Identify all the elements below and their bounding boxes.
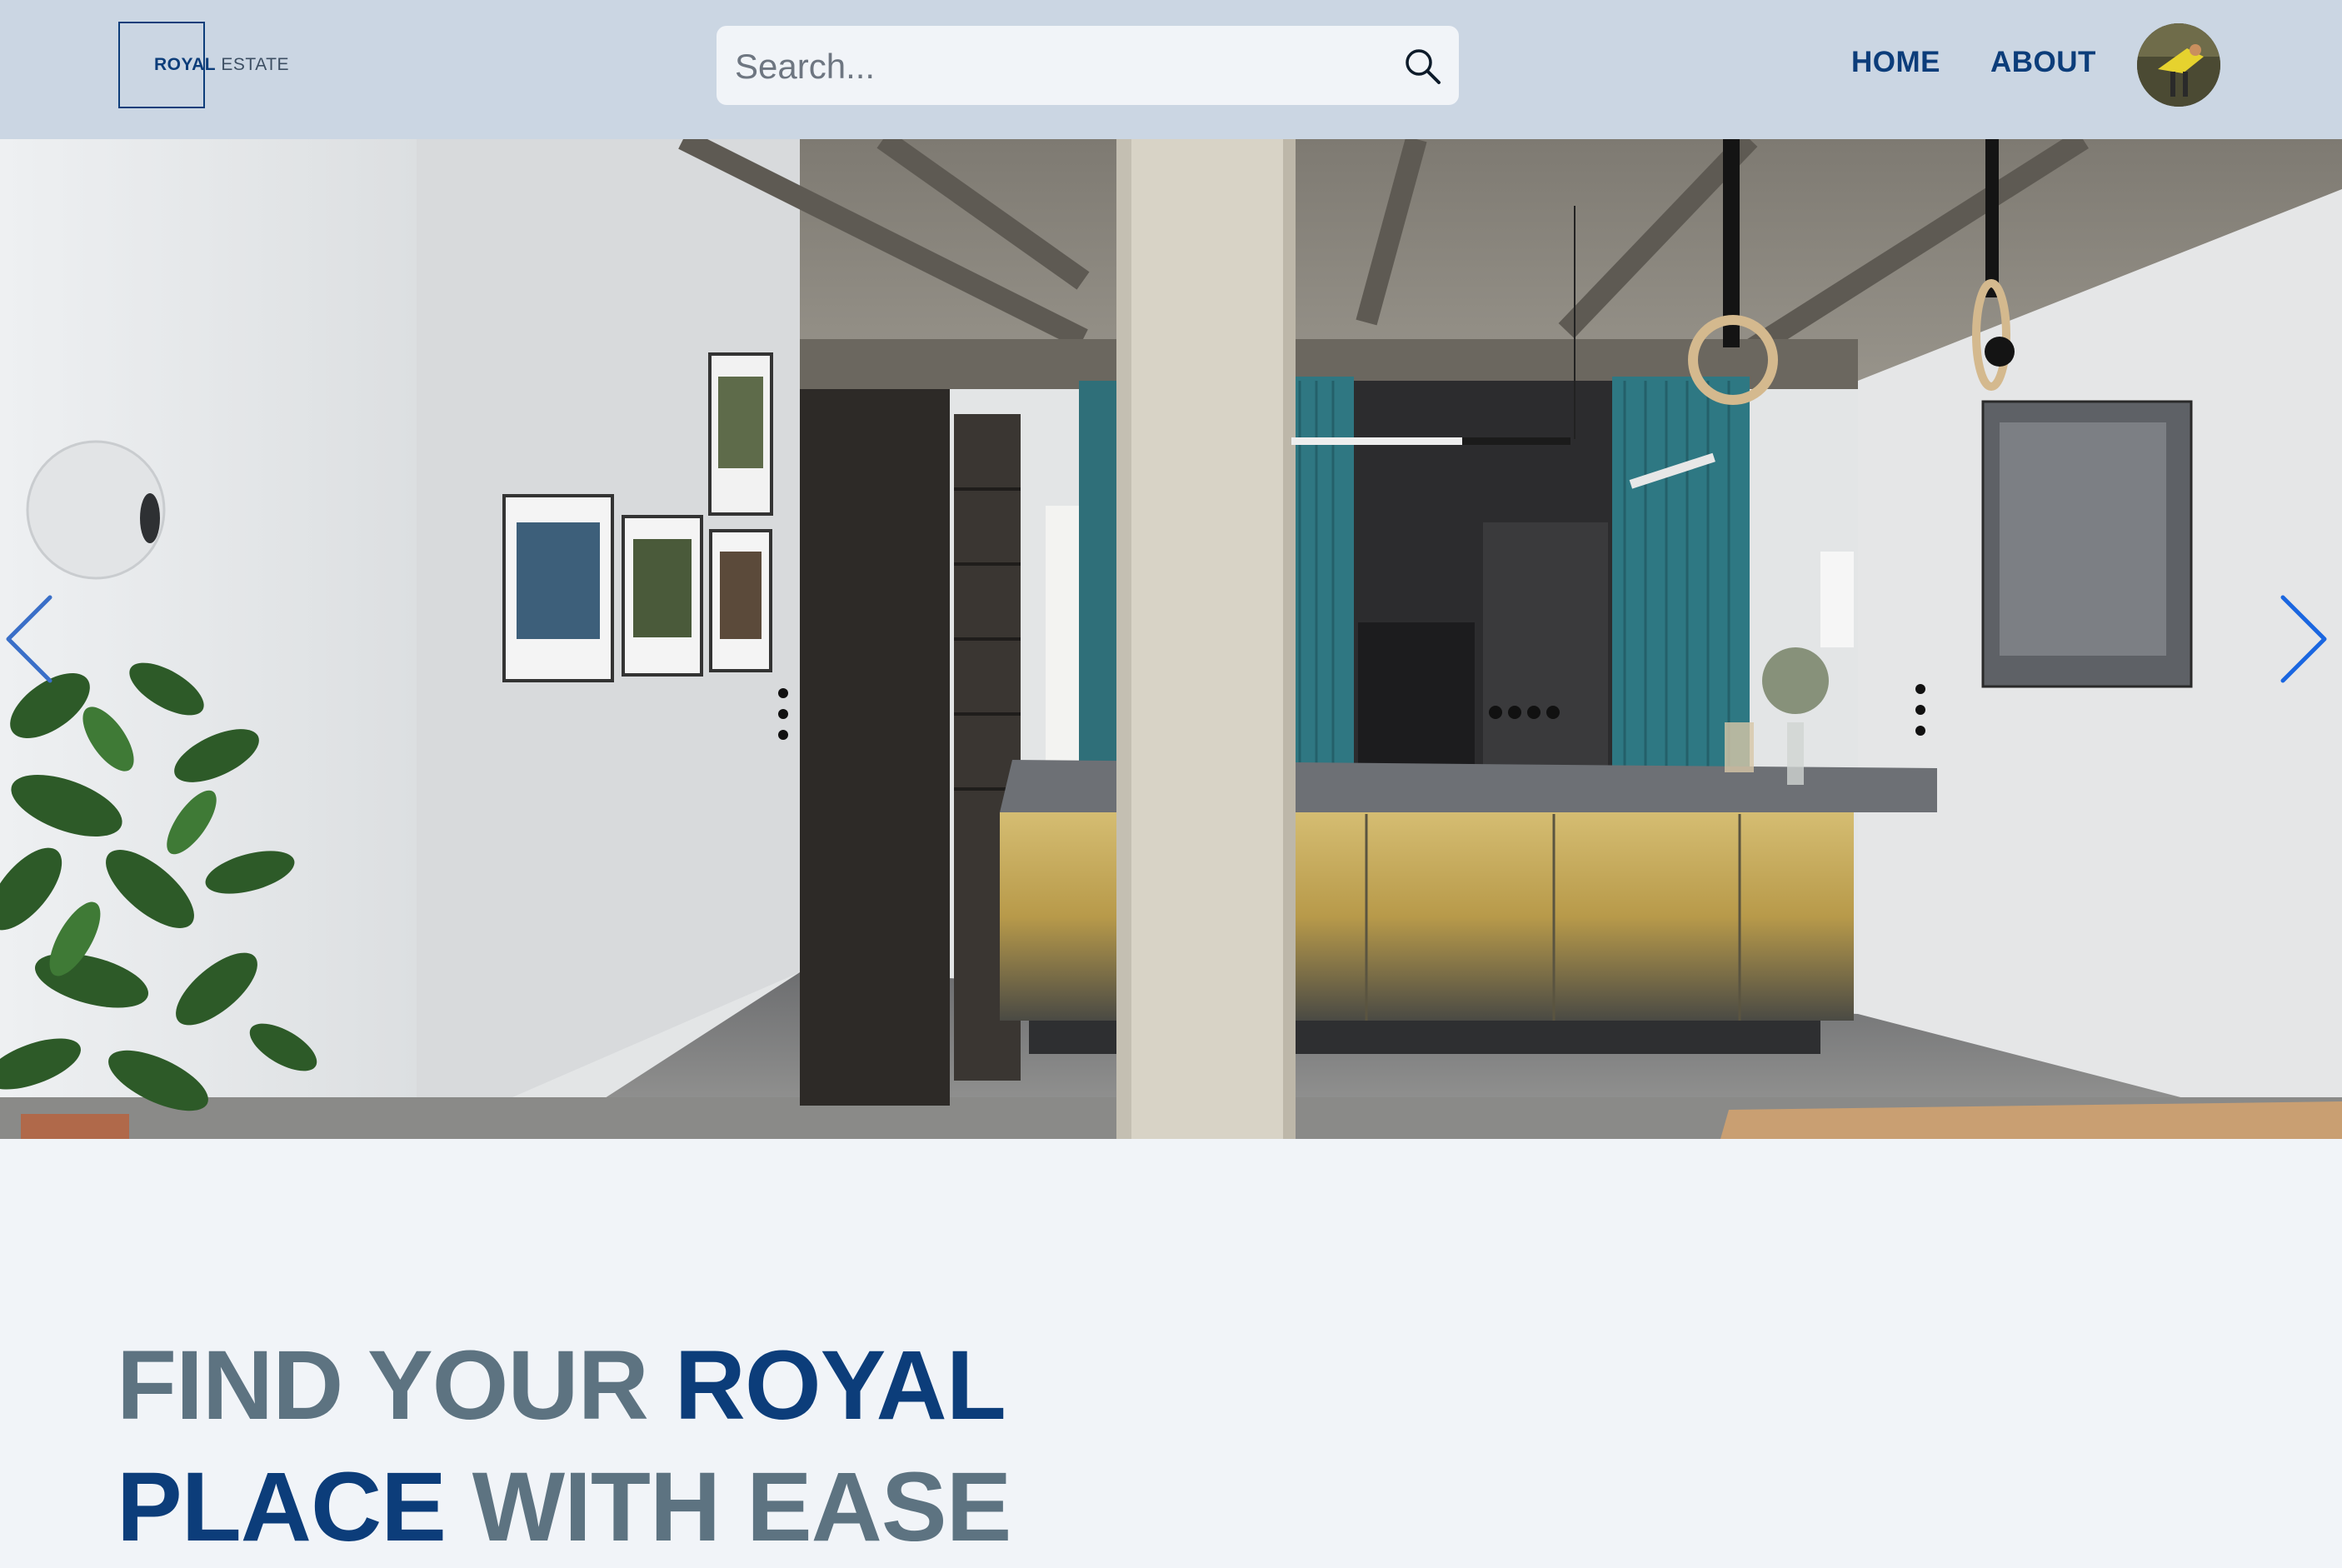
headline-place: PLACE	[117, 1452, 447, 1562]
headline-with-ease: WITH EASE	[472, 1452, 1012, 1562]
avatar-image	[2137, 23, 2220, 107]
hero-headline: FIND YOUR ROYAL PLACE WITH EASE	[117, 1325, 1011, 1568]
nav-about-link[interactable]: ABOUT	[1990, 46, 2096, 79]
logo-text: ROYAL ESTATE	[154, 55, 289, 75]
headline-find-your: FIND YOUR	[117, 1331, 649, 1441]
search-bar	[717, 26, 1459, 107]
hero-carousel	[0, 139, 2342, 1139]
logo-royal: ROYAL	[154, 55, 217, 74]
search-input[interactable]	[733, 26, 1386, 107]
avatar[interactable]	[2137, 23, 2220, 107]
nav-home-link[interactable]: HOME	[1851, 46, 1940, 79]
logo-estate: ESTATE	[221, 55, 289, 74]
search-icon[interactable]	[1402, 46, 1442, 86]
top-header: ROYAL ESTATE HOME ABOUT	[0, 0, 2342, 139]
hero-image	[0, 139, 2342, 1139]
main-nav: HOME ABOUT	[1851, 46, 2096, 79]
chevron-left-icon[interactable]	[0, 589, 58, 689]
headline-royal: ROYAL	[674, 1331, 1006, 1441]
chevron-right-icon[interactable]	[2275, 589, 2333, 689]
logo[interactable]: ROYAL ESTATE	[118, 22, 289, 108]
